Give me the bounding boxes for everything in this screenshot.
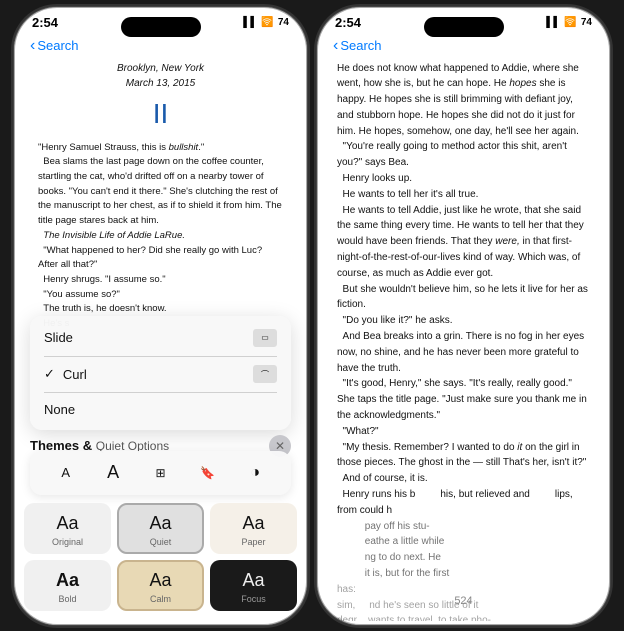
signal-icon-right: ▌▌: [546, 17, 560, 28]
font-large-button[interactable]: A: [97, 459, 129, 487]
theme-quiet-name: Quiet: [150, 537, 172, 547]
theme-quiet[interactable]: Aa Quiet: [117, 503, 204, 554]
time-right: 2:54: [335, 15, 361, 30]
reading-toolbar: A A ⊞ 🔖 ◑: [30, 451, 291, 495]
para-7: "Do you like it?" he asks.: [337, 313, 590, 329]
theme-calm-name: Calm: [150, 594, 171, 604]
signal-icon: ▌▌: [243, 17, 257, 28]
dynamic-island-right: [424, 17, 504, 37]
book-location: Brooklyn, New YorkMarch 13, 2015: [38, 61, 283, 91]
slide-icon: ▭: [253, 329, 277, 347]
theme-paper[interactable]: Aa Paper: [210, 503, 297, 554]
transition-menu: Slide ▭ ✓ Curl ⌒ None: [30, 316, 291, 430]
theme-paper-name: Paper: [241, 537, 265, 547]
para-10: "What?": [337, 424, 590, 440]
para-1: He does not know what happened to Addie,…: [337, 61, 590, 140]
curl-label: Curl: [55, 367, 253, 382]
theme-grid: Aa Original Aa Quiet Aa Paper Aa Bold Aa…: [24, 503, 297, 611]
book-chapter: II: [38, 93, 283, 135]
para-11: "My thesis. Remember? I wanted to do it …: [337, 440, 590, 472]
slide-label: Slide: [44, 330, 73, 345]
theme-original[interactable]: Aa Original: [24, 503, 111, 554]
reading-content: He does not know what happened to Addie,…: [317, 61, 610, 621]
theme-original-label: Aa: [56, 513, 78, 534]
para-14: pay off his stu- eathe a little while ng…: [337, 519, 590, 582]
theme-calm[interactable]: Aa Calm: [117, 560, 204, 611]
back-button-left[interactable]: ‹ Search: [30, 37, 79, 55]
display-button[interactable]: ◑: [239, 459, 271, 487]
nav-bar-left: ‹ Search: [14, 35, 307, 61]
para-5: He wants to tell Addie, just like he wro…: [337, 203, 590, 282]
bookmark-button[interactable]: 🔖: [192, 459, 224, 487]
transition-curl[interactable]: ✓ Curl ⌒: [30, 356, 291, 392]
para-4: He wants to tell her it's all true.: [337, 187, 590, 203]
theme-focus-label: Aa: [242, 570, 264, 591]
theme-bold-label: Aa: [56, 570, 79, 591]
page-number: 524: [317, 595, 610, 607]
font-small-label: A: [61, 465, 70, 480]
format-button[interactable]: ⊞: [144, 459, 176, 487]
back-chevron-icon-right: ‹: [333, 37, 338, 55]
font-small-button[interactable]: A: [50, 459, 82, 487]
theme-bold-name: Bold: [58, 594, 76, 604]
none-label: None: [44, 402, 75, 417]
para-9: "It's good, Henry," she says. "It's real…: [337, 376, 590, 423]
back-label-right: Search: [340, 38, 381, 53]
theme-bold[interactable]: Aa Bold: [24, 560, 111, 611]
theme-calm-label: Aa: [149, 570, 171, 591]
curl-icon: ⌒: [253, 365, 277, 383]
para-6: But she wouldn't believe him, so he lets…: [337, 282, 590, 314]
para-2: "You're really going to method actor thi…: [337, 139, 590, 171]
theme-paper-label: Aa: [242, 513, 264, 534]
battery-icon: 74: [278, 17, 289, 28]
transition-slide[interactable]: Slide ▭: [30, 320, 291, 356]
book-text: "Henry Samuel Strauss, this is bullshit.…: [38, 141, 283, 332]
para-8: And Bea breaks into a grin. There is no …: [337, 329, 590, 376]
time-left: 2:54: [32, 15, 58, 30]
theme-focus[interactable]: Aa Focus: [210, 560, 297, 611]
theme-original-name: Original: [52, 537, 83, 547]
theme-focus-name: Focus: [241, 594, 266, 604]
battery-icon-right: 74: [581, 17, 592, 28]
status-icons-right: ▌▌ 🛜 74: [546, 17, 592, 28]
theme-quiet-label: Aa: [149, 513, 171, 534]
wifi-icon-right: 🛜: [564, 17, 576, 28]
transition-none[interactable]: None: [30, 393, 291, 426]
para-3: Henry looks up.: [337, 171, 590, 187]
check-mark: ✓: [44, 366, 55, 382]
nav-bar-right: ‹ Search: [317, 35, 610, 61]
dynamic-island-left: [121, 17, 201, 37]
para-13: Henry runs his b his, but relieved and l…: [337, 487, 590, 519]
back-chevron-icon: ‹: [30, 37, 35, 55]
back-button-right[interactable]: ‹ Search: [333, 37, 382, 55]
wifi-icon: 🛜: [261, 17, 273, 28]
status-icons-left: ▌▌ 🛜 74: [243, 17, 289, 28]
back-label-left: Search: [37, 38, 78, 53]
para-12: And of course, it is.: [337, 471, 590, 487]
bookmark-icon: 🔖: [200, 466, 215, 480]
font-large-label: A: [107, 462, 119, 483]
display-icon: ◑: [250, 464, 260, 482]
left-phone: 2:54 ▌▌ 🛜 74 ‹ Search Brooklyn, New York…: [13, 6, 308, 626]
format-icon: ⊞: [155, 466, 165, 480]
right-phone: 2:54 ▌▌ 🛜 74 ‹ Search He does not know w…: [316, 6, 611, 626]
